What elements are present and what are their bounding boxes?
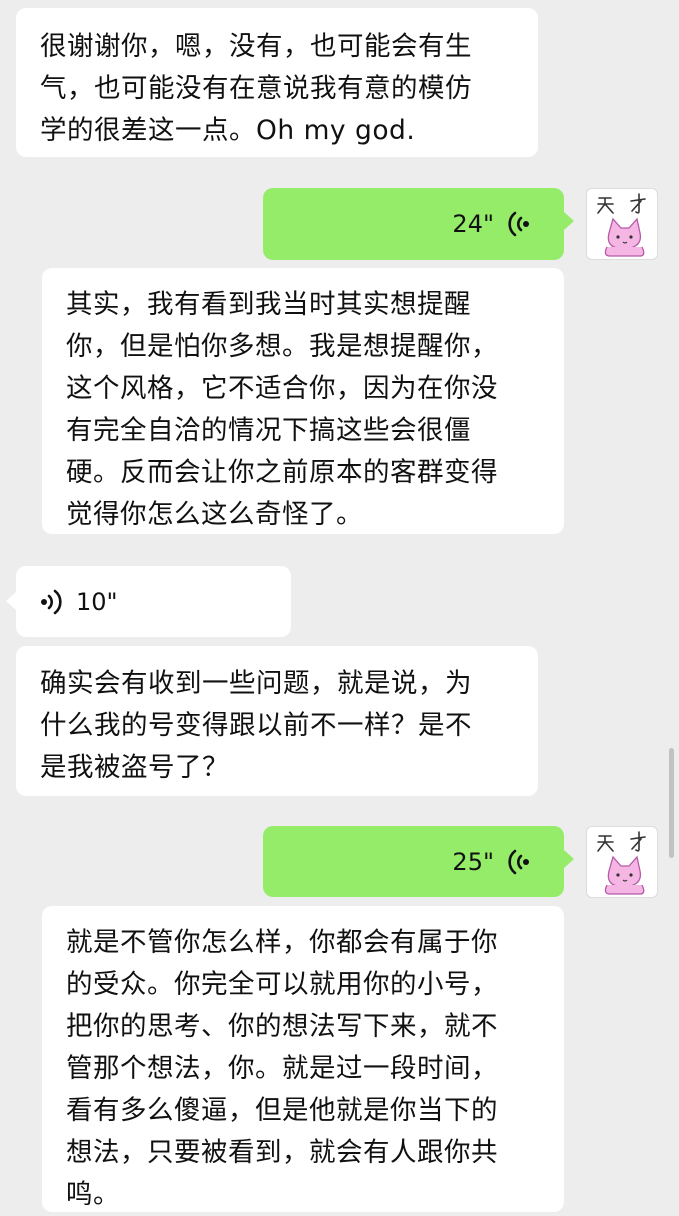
voice-wave-icon [41,589,62,615]
bubble-tail [564,850,574,868]
message-bubble-incoming[interactable]: 很谢谢你，嗯，没有，也可能会有生 气，也可能没有在意说我有意的模仿 学的很差这一… [16,8,538,157]
voice-message-incoming[interactable]: 10" [16,566,291,637]
avatar[interactable] [586,826,658,898]
voice-wave-icon [508,849,529,875]
bubble-tail [564,212,574,230]
pink-cat-avatar-icon [597,193,646,257]
message-bubble-incoming[interactable]: 就是不管你怎么样，你都会有属于你 的受众。你完全可以就用你的小号， 把你的思考、… [42,906,564,1212]
chat-area[interactable]: 很谢谢你，嗯，没有，也可能会有生 气，也可能没有在意说我有意的模仿 学的很差这一… [0,0,679,1212]
message-text: 很谢谢你，嗯，没有，也可能会有生 气，也可能没有在意说我有意的模仿 学的很差这一… [40,31,472,146]
voice-duration: 24" [452,210,494,238]
bubble-tail [6,592,16,610]
message-text: 其实，我有看到我当时其实想提醒 你，但是怕你多想。我是想提醒你， 这个风格，它不… [66,289,498,530]
voice-duration: 10" [76,588,118,616]
scrollbar[interactable] [669,748,674,858]
pink-cat-avatar-icon [597,831,646,895]
message-bubble-incoming[interactable]: 确实会有收到一些问题，就是说，为 什么我的号变得跟以前不一样？是不 是我被盗号了… [16,646,538,796]
message-text: 确实会有收到一些问题，就是说，为 什么我的号变得跟以前不一样？是不 是我被盗号了… [40,668,472,783]
voice-wave-icon [508,211,529,237]
voice-message-outgoing[interactable]: 24" [263,188,564,260]
voice-message-outgoing[interactable]: 25" [263,826,564,897]
voice-duration: 25" [452,848,494,876]
message-text: 就是不管你怎么样，你都会有属于你 的受众。你完全可以就用你的小号， 把你的思考、… [66,927,498,1210]
message-bubble-incoming[interactable]: 其实，我有看到我当时其实想提醒 你，但是怕你多想。我是想提醒你， 这个风格，它不… [42,268,564,534]
avatar[interactable] [586,188,658,260]
